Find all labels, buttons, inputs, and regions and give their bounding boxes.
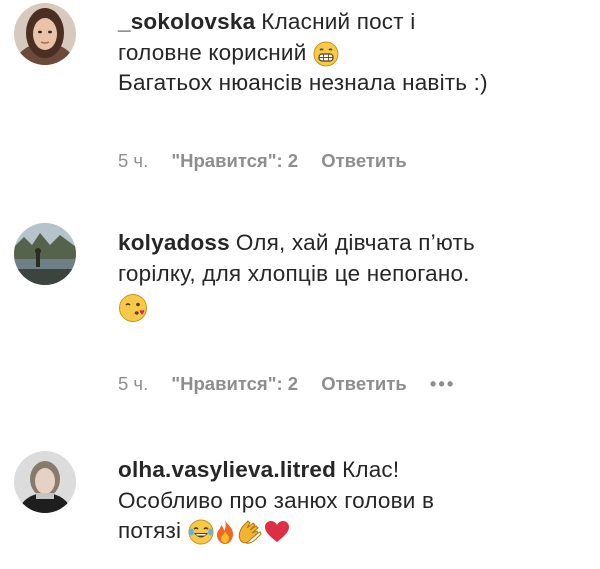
likes-count[interactable]: "Нравится": 2: [171, 373, 298, 395]
comment-username[interactable]: olha.vasylieva.litred: [118, 457, 336, 482]
comment-line: Оля, хай дівчата п’ють: [235, 230, 475, 255]
comment-text: kolyadoss Оля, хай дівчата п’ють горілку,…: [118, 228, 588, 323]
comment-text: olha.vasylieva.litred Клас! Особливо про …: [118, 455, 588, 547]
winking-kiss-face-icon: [118, 293, 148, 323]
comment-line: Клас!: [342, 457, 400, 482]
comment-time[interactable]: 5 ч.: [118, 150, 148, 172]
grinning-face-icon: [313, 41, 339, 67]
comment-line: горілку, для хлопців це непогано.: [118, 260, 470, 286]
comment-line: Особливо про занюх голови в: [118, 487, 435, 513]
comment-line: потязі: [118, 518, 182, 543]
comment-text: _sokolovska Класний пост і головне корисн…: [118, 7, 588, 99]
avatar[interactable]: [14, 451, 76, 513]
clapping-hands-icon: [236, 519, 264, 545]
comment-meta: 5 ч. "Нравится": 2 Ответить •••: [118, 373, 473, 395]
likes-count[interactable]: "Нравится": 2: [171, 150, 298, 172]
fire-icon: [214, 519, 236, 545]
avatar[interactable]: [14, 3, 76, 65]
more-options-icon[interactable]: •••: [430, 373, 455, 395]
comment-line: Багатьох нюансів незнала навіть :): [118, 70, 488, 95]
comment-time[interactable]: 5 ч.: [118, 373, 148, 395]
comment-username[interactable]: kolyadoss: [118, 230, 230, 255]
comment-sokolovska: _sokolovska Класний пост і головне корисн…: [0, 0, 600, 180]
tears-of-joy-icon: [188, 519, 214, 545]
red-heart-icon: [264, 520, 290, 544]
avatar[interactable]: [14, 223, 76, 285]
reply-button[interactable]: Ответить: [321, 150, 407, 172]
comment-line: головне корисний: [118, 39, 307, 65]
comment-meta: 5 ч. "Нравится": 2 Ответить: [118, 150, 425, 172]
reply-button[interactable]: Ответить: [321, 373, 407, 395]
comment-olha-vasylieva: olha.vasylieva.litred Клас! Особливо про …: [0, 448, 600, 569]
comment-line: Класний пост і: [261, 9, 416, 34]
comment-username[interactable]: _sokolovska: [118, 9, 255, 34]
comment-kolyadoss: kolyadoss Оля, хай дівчата п’ють горілку,…: [0, 220, 600, 410]
